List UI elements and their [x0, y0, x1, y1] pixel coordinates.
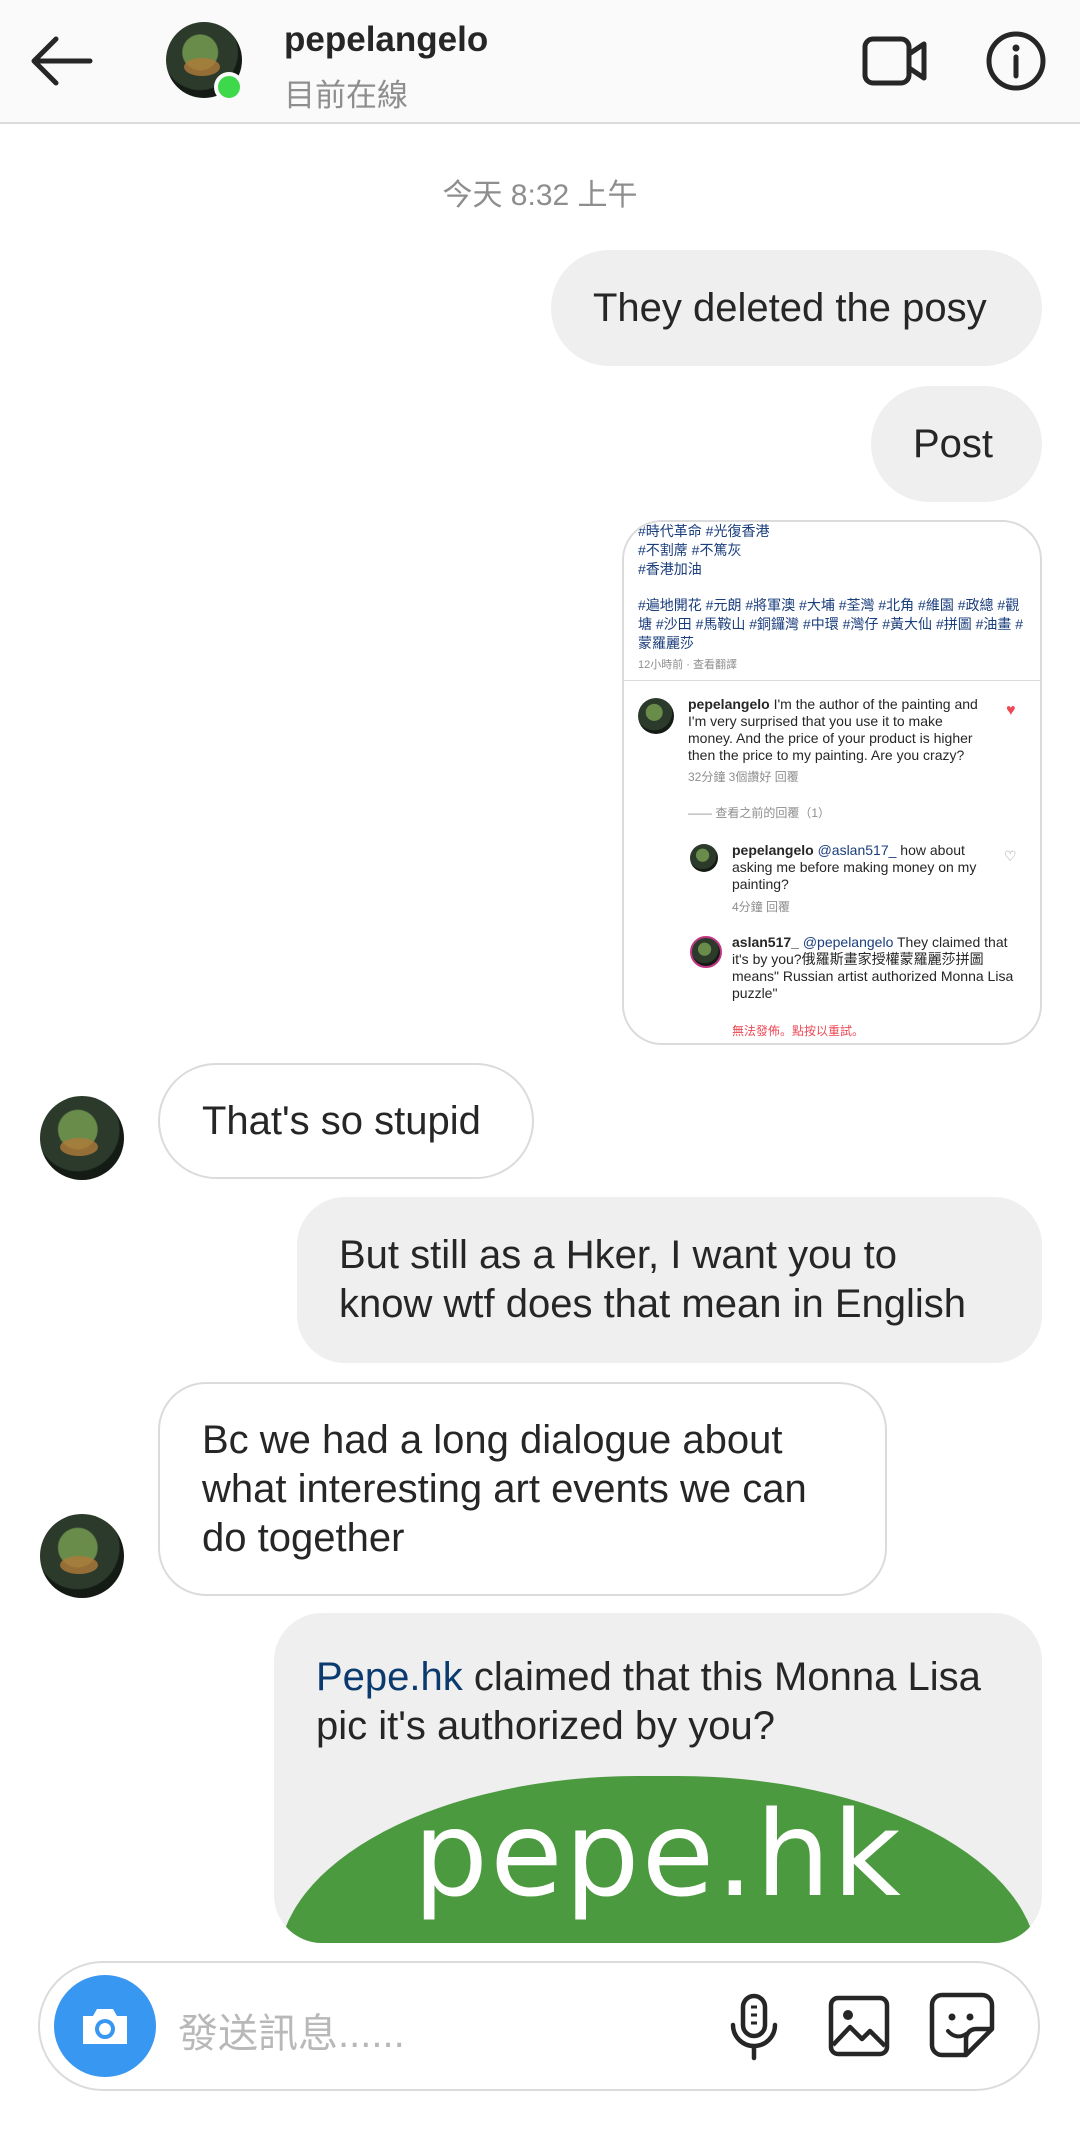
- post-meta: 12小時前 · 查看翻譯: [638, 659, 738, 671]
- comment-username: aslan517_: [732, 934, 799, 950]
- chat-timestamp: 今天 8:32 上午: [442, 179, 638, 212]
- comment-avatar: [638, 698, 674, 734]
- sender-avatar[interactable]: [40, 1096, 124, 1180]
- message-text: But still as a Hker, I want you to know …: [339, 1233, 967, 1326]
- message-text: Post: [913, 421, 994, 466]
- divider: [624, 680, 1040, 681]
- message-bubble-incoming[interactable]: Bc we had a long dialogue about what int…: [158, 1382, 887, 1596]
- message-text: They deleted the posy: [593, 285, 987, 330]
- comment-username: pepelangelo: [732, 842, 814, 858]
- sender-avatar[interactable]: [40, 1514, 124, 1598]
- comment-avatar: [690, 844, 718, 872]
- hashtags-line: #香港加油: [638, 561, 702, 577]
- message-composer: 發送訊息......: [38, 1961, 1040, 2091]
- heart-filled-icon: ♥: [1006, 702, 1016, 719]
- post-hashtags: #時代革命 #光復香港 #不割蓆 #不篤灰 #香港加油 #遍地開花 #元朗 #將…: [638, 522, 1033, 653]
- chat-header: pepelangelo 目前在線: [0, 0, 1080, 124]
- message-bubble-incoming[interactable]: That's so stupid: [158, 1063, 534, 1179]
- message-text: Pepe.hk claimed that this Monna Lisa pic…: [316, 1653, 1000, 1751]
- message-bubble-outgoing-link[interactable]: Pepe.hk claimed that this Monna Lisa pic…: [274, 1613, 1042, 1943]
- username-title[interactable]: pepelangelo: [284, 20, 488, 60]
- hashtags-line: #不割蓆 #不篤灰: [638, 542, 742, 558]
- heart-outline-icon: ♡: [1004, 848, 1017, 864]
- message-bubble-outgoing[interactable]: They deleted the posy: [551, 250, 1042, 366]
- camera-icon[interactable]: [54, 1975, 156, 2077]
- comment-avatar: [690, 936, 722, 968]
- hashtags-line: #遍地開花 #元朗 #將軍澳 #大埔 #荃灣 #北角 #維園 #政總 #觀塘 #…: [638, 597, 1024, 651]
- shared-screenshot-image[interactable]: #時代革命 #光復香港 #不割蓆 #不篤灰 #香港加油 #遍地開花 #元朗 #將…: [622, 520, 1042, 1045]
- message-text: That's so stupid: [202, 1098, 481, 1143]
- back-arrow-icon[interactable]: [26, 30, 96, 92]
- online-status-text: 目前在線: [284, 78, 408, 113]
- comment-meta: 32分鐘 3個讚好 回覆: [688, 770, 799, 784]
- gallery-icon[interactable]: [826, 1993, 892, 2059]
- video-call-icon[interactable]: [862, 30, 928, 92]
- message-input[interactable]: 發送訊息......: [178, 2001, 405, 2059]
- message-bubble-outgoing[interactable]: But still as a Hker, I want you to know …: [297, 1197, 1042, 1363]
- comment-2: pepelangelo @aslan517_ how about asking …: [732, 842, 994, 893]
- comment-mention: @pepelangelo: [798, 934, 894, 950]
- comment-3: aslan517_ @pepelangelo They claimed that…: [732, 934, 1022, 1002]
- message-bubble-outgoing[interactable]: Post: [871, 386, 1042, 502]
- comment-meta: 4分鐘 回覆: [732, 900, 791, 914]
- info-icon[interactable]: [985, 30, 1047, 92]
- comment-username: pepelangelo: [688, 696, 770, 712]
- message-text: Bc we had a long dialogue about what int…: [202, 1417, 807, 1560]
- pepe-hk-logo: pepe.hk: [413, 1785, 903, 1923]
- hashtags-line: #時代革命 #光復香港: [638, 523, 770, 539]
- post-failed-text: 無法發佈。點按以重試。: [732, 1024, 865, 1038]
- comment-1: pepelangelo I'm the author of the painti…: [688, 696, 988, 764]
- sticker-icon[interactable]: [928, 1991, 996, 2059]
- link-preview-card[interactable]: pepe.hk: [278, 1776, 1038, 1943]
- microphone-icon[interactable]: [724, 1993, 784, 2063]
- online-status-dot: [214, 72, 244, 102]
- comment-mention: @aslan517_: [813, 842, 897, 858]
- view-previous-replies: —— 查看之前的回覆（1）: [688, 806, 831, 820]
- message-link[interactable]: Pepe.hk: [316, 1655, 463, 1699]
